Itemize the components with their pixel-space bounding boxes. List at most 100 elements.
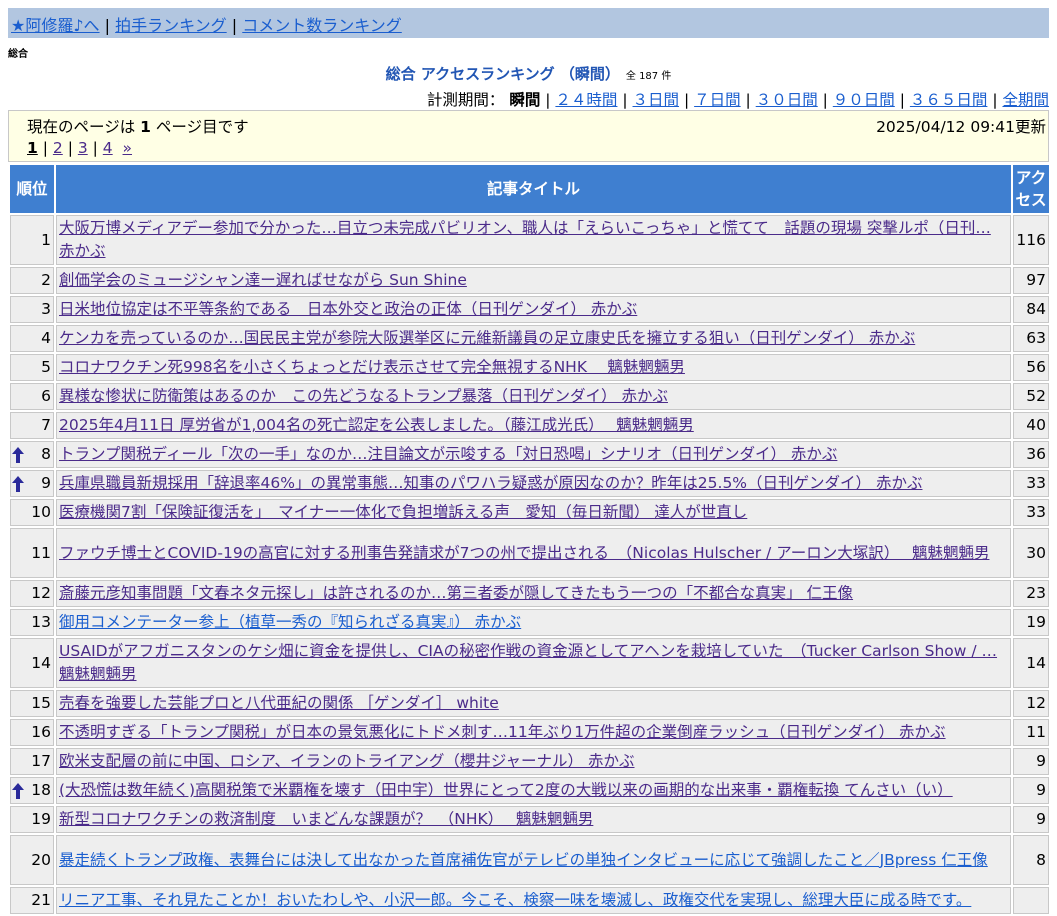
applause-ranking-link[interactable]: 拍手ランキング — [115, 16, 227, 35]
pagination: 1 | 2 | 3 | 4 » — [27, 139, 132, 157]
period-separator: | — [740, 91, 756, 109]
table-row: 2 創価学会のミュージシャン達ー遅ればせながら Sun Shine 97 — [10, 267, 1049, 294]
title-cell: 大阪万博メディアデー参加で分かった…目立つ未完成パビリオン、職人は「えらいこっち… — [56, 215, 1011, 265]
article-title-link[interactable]: 2025年4月11日 厚労省が1,004名の死亡認定を公表しました。（藤江成光氏… — [59, 416, 694, 434]
table-row: 16 不透明すぎる「トランプ関税」が日本の景気悪化にトドメ刺す…11年ぶり1万件超… — [10, 719, 1049, 746]
article-title-link[interactable]: USAIDがアフガニスタンのケシ畑に資金を提供し、CIAの秘密作戦の資金源として… — [59, 642, 997, 683]
article-title-link[interactable]: コロナワクチン死998名を小さくちょっとだけ表示させて完全無視するNHK 魑魅魍… — [59, 358, 685, 376]
article-title-link[interactable]: 不透明すぎる「トランプ関税」が日本の景気悪化にトドメ刺す…11年ぶり1万件超の企… — [59, 723, 946, 741]
rank-cell: 21 — [10, 887, 54, 914]
period-link[interactable]: ９０日間 — [833, 91, 895, 109]
title-cell: 創価学会のミュージシャン達ー遅ればせながら Sun Shine — [56, 267, 1011, 294]
title-cell: リニア工事、それ見たことか！おいたわしや、小沢一郎。今こそ、検察一味を壊滅し、政… — [56, 887, 1011, 914]
article-title-link[interactable]: リニア工事、それ見たことか！おいたわしや、小沢一郎。今こそ、検察一味を壊滅し、政… — [59, 891, 971, 909]
title-cell: 暴走続くトランプ政権、表舞台には決して出なかった首席補佐官がテレビの単独インタビ… — [56, 835, 1011, 885]
access-count-cell: 8 — [1013, 835, 1049, 885]
rank-number: 12 — [31, 584, 51, 602]
article-title-link[interactable]: 売春を強要した芸能プロと八代亜紀の関係 ［ゲンダイ］ white — [59, 694, 499, 712]
rank-cell: 12 — [10, 580, 54, 607]
rank-cell: 19 — [10, 806, 54, 833]
rank-cell: 1 — [10, 215, 54, 265]
article-title-link[interactable]: 創価学会のミュージシャン達ー遅ればせながら Sun Shine — [59, 271, 467, 289]
table-row: 13 御用コメンテーター参上（植草一秀の『知られざる真実』） 赤かぶ 19 — [10, 609, 1049, 636]
article-title-link[interactable]: (大恐慌は数年続く)高関税策で米覇権を壊す（田中宇）世界にとって2度の大戦以来の… — [59, 781, 953, 799]
home-link[interactable]: ★阿修羅♪へ — [11, 16, 100, 35]
article-title-link[interactable]: 兵庫県職員新規採用「辞退率46%」の異常事態…知事のパワハラ疑惑が原因なのか？昨… — [59, 474, 922, 492]
title-cell: 新型コロナワクチンの救済制度 いまどんな課題が？ （NHK） 魑魅魍魎男 — [56, 806, 1011, 833]
period-link[interactable]: ３６５日間 — [910, 91, 988, 109]
rank-cell: 6 — [10, 383, 54, 410]
access-count-cell: 14 — [1013, 638, 1049, 688]
ranking-title: 総合 アクセスランキング （瞬間） — [385, 65, 620, 83]
period-separator: | — [545, 91, 556, 109]
article-title-link[interactable]: 大阪万博メディアデー参加で分かった…目立つ未完成パビリオン、職人は「えらいこっち… — [59, 219, 991, 260]
article-title-link[interactable]: 暴走続くトランプ政権、表舞台には決して出なかった首席補佐官がテレビの単独インタビ… — [59, 851, 988, 869]
period-link[interactable]: ２４時間 — [555, 91, 617, 109]
rank-cell: 3 — [10, 296, 54, 323]
article-title-link[interactable]: トランプ関税ディール「次の一手」なのか…注目論文が示唆する「対日恐喝」シナリオ（… — [59, 445, 837, 463]
access-count-cell: 36 — [1013, 441, 1049, 468]
pager-link[interactable]: 2 — [53, 139, 63, 157]
pager-link[interactable]: 4 — [103, 139, 113, 157]
comment-ranking-link[interactable]: コメント数ランキング — [242, 16, 402, 35]
title-cell: 兵庫県職員新規採用「辞退率46%」の異常事態…知事のパワハラ疑惑が原因なのか？昨… — [56, 470, 1011, 497]
article-title-link[interactable]: 新型コロナワクチンの救済制度 いまどんな課題が？ （NHK） 魑魅魍魎男 — [59, 810, 593, 828]
rank-cell: 9 — [10, 470, 54, 497]
period-separator: | — [987, 91, 1003, 109]
period-link[interactable]: 全期間 — [1002, 91, 1049, 109]
table-row: 15 売春を強要した芸能プロと八代亜紀の関係 ［ゲンダイ］ white 12 — [10, 690, 1049, 717]
rank-cell: 11 — [10, 528, 54, 578]
rank-number: 4 — [41, 329, 51, 347]
rank-number: 8 — [41, 445, 51, 463]
pager-next-link[interactable]: » — [123, 139, 132, 157]
rank-cell: 17 — [10, 748, 54, 775]
access-count-cell: 11 — [1013, 719, 1049, 746]
period-link[interactable]: ３０日間 — [756, 91, 818, 109]
article-title-link[interactable]: ケンカを売っているのか…国民民主党が参院大阪選挙区に元維新議員の足立康史氏を擁立… — [59, 329, 915, 347]
current-page-suffix: ページ目です — [155, 118, 249, 136]
table-row: 3 日米地位協定は不平等条約である 日本外交と政治の正体（日刊ゲンダイ） 赤かぶ 8… — [10, 296, 1049, 323]
rank-number: 15 — [31, 694, 51, 712]
access-count-cell: 84 — [1013, 296, 1049, 323]
title-cell: 日米地位協定は不平等条約である 日本外交と政治の正体（日刊ゲンダイ） 赤かぶ — [56, 296, 1011, 323]
table-row: 6 異様な惨状に防衛策はあるのか この先どうなるトランプ暴落（日刊ゲンダイ） 赤か… — [10, 383, 1049, 410]
rank-cell: 16 — [10, 719, 54, 746]
article-title-link[interactable]: 日米地位協定は不平等条約である 日本外交と政治の正体（日刊ゲンダイ） 赤かぶ — [59, 300, 637, 318]
period-selector: 計測期間： 瞬間 | ２４時間 | ３日間 | ７日間 | ３０日間 | ９０日… — [427, 88, 1049, 110]
rank-cell: 5 — [10, 354, 54, 381]
rank-cell: 8 — [10, 441, 54, 468]
table-row: 8 トランプ関税ディール「次の一手」なのか…注目論文が示唆する「対日恐喝」シナリオ… — [10, 441, 1049, 468]
period-link[interactable]: ７日間 — [694, 91, 741, 109]
pager-current: 1 — [27, 139, 38, 157]
rank-number: 2 — [41, 271, 51, 289]
period-link[interactable]: ３日間 — [633, 91, 680, 109]
article-title-link[interactable]: 医療機関7割「保険証復活を」 マイナー一体化で負担増訴える声 愛知（毎日新聞） … — [59, 503, 747, 521]
article-title-link[interactable]: 異様な惨状に防衛策はあるのか この先どうなるトランプ暴落（日刊ゲンダイ） 赤かぶ — [59, 387, 668, 405]
table-row: 14 USAIDがアフガニスタンのケシ畑に資金を提供し、CIAの秘密作戦の資金源と… — [10, 638, 1049, 688]
table-row: 18 (大恐慌は数年続く)高関税策で米覇権を壊す（田中宇）世界にとって2度の大戦以… — [10, 777, 1049, 804]
table-row: 19 新型コロナワクチンの救済制度 いまどんな課題が？ （NHK） 魑魅魍魎男 9 — [10, 806, 1049, 833]
total-count: 全 187 件 — [625, 71, 672, 82]
rank-number: 21 — [31, 891, 51, 909]
rank-number: 9 — [41, 474, 51, 492]
period-separator: | — [817, 91, 833, 109]
article-title-link[interactable]: ファウチ博士とCOVID-19の高官に対する刑事告発請求が7つの州で提出される … — [59, 544, 989, 562]
nav-separator: | — [104, 16, 111, 35]
title-header: 記事タイトル — [56, 165, 1011, 213]
access-count-cell: 116 — [1013, 215, 1049, 265]
pager-link[interactable]: 3 — [78, 139, 88, 157]
access-count-cell — [1013, 887, 1049, 914]
access-count-cell: 40 — [1013, 412, 1049, 439]
article-title-link[interactable]: 欧米支配層の前に中国、ロシア、イランのトライアング（櫻井ジャーナル） 赤かぶ — [59, 752, 635, 770]
rank-number: 13 — [31, 613, 51, 631]
period-separator: | — [679, 91, 695, 109]
table-row: 5 コロナワクチン死998名を小さくちょっとだけ表示させて完全無視するNHK 魑魅… — [10, 354, 1049, 381]
title-cell: 異様な惨状に防衛策はあるのか この先どうなるトランプ暴落（日刊ゲンダイ） 赤かぶ — [56, 383, 1011, 410]
access-count-cell: 19 — [1013, 609, 1049, 636]
title-cell: ファウチ博士とCOVID-19の高官に対する刑事告発請求が7つの州で提出される … — [56, 528, 1011, 578]
period-label: 計測期間： — [426, 91, 505, 109]
rank-cell: 10 — [10, 499, 54, 526]
current-page-text: 現在のページは 1 ページ目です — [27, 115, 249, 137]
article-title-link[interactable]: 斎藤元彦知事問題「文春ネタ元探し」は許されるのか…第三者委が隠してきたもう一つの… — [59, 584, 853, 602]
article-title-link[interactable]: 御用コメンテーター参上（植草一秀の『知られざる真実』） 赤かぶ — [59, 613, 521, 631]
